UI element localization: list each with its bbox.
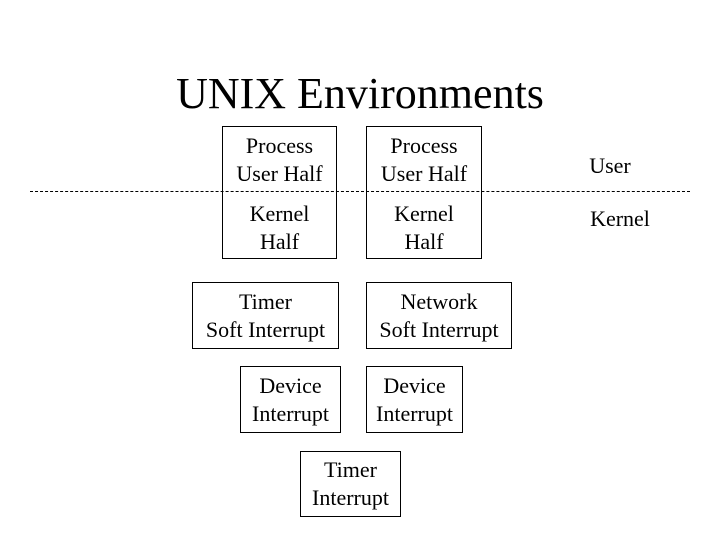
kernel-space-label: Kernel — [590, 206, 650, 231]
label-line: Network — [400, 288, 478, 314]
label-line: Kernel — [249, 201, 310, 226]
process-box-1: Process User Half Kernel Half — [222, 126, 337, 259]
label-line: Timer — [239, 288, 292, 314]
label-line: Process — [390, 133, 458, 158]
label-line: User Half — [236, 161, 323, 186]
diagram-title: UNIX Environments — [0, 66, 720, 122]
label-line: Interrupt — [312, 485, 389, 510]
device-interrupt-2-label: Device Interrupt — [367, 367, 462, 432]
device-interrupt-1-label: Device Interrupt — [241, 367, 340, 432]
timer-interrupt-label: Timer Interrupt — [301, 452, 400, 516]
label-line: Device — [259, 372, 322, 398]
process-box-2: Process User Half Kernel Half — [366, 126, 482, 259]
label-line: Interrupt — [376, 400, 453, 426]
network-soft-interrupt-label: Network Soft Interrupt — [367, 283, 511, 348]
device-interrupt-box-1: Device Interrupt — [240, 366, 341, 433]
title-text: UNIX Environments — [176, 69, 544, 118]
timer-interrupt-box: Timer Interrupt — [300, 451, 401, 517]
label-line: Soft Interrupt — [379, 316, 499, 342]
label-line: Timer — [324, 457, 377, 482]
label-line: Half — [404, 229, 444, 254]
label-line: User Half — [380, 161, 468, 186]
user-kernel-boundary-line — [30, 191, 690, 192]
process-2-user-half: Process User Half — [367, 131, 481, 189]
label-line: Process — [245, 133, 314, 158]
user-space-label: User — [589, 153, 631, 178]
network-soft-interrupt-box: Network Soft Interrupt — [366, 282, 512, 349]
process-2-kernel-half: Kernel Half — [367, 199, 481, 257]
process-1-kernel-half: Kernel Half — [223, 199, 336, 257]
label-line: Interrupt — [252, 400, 329, 426]
timer-soft-interrupt-box: Timer Soft Interrupt — [192, 282, 339, 349]
label-line: Half — [259, 229, 300, 254]
label-line: Kernel — [394, 201, 454, 226]
label-line: Device — [383, 372, 446, 398]
device-interrupt-box-2: Device Interrupt — [366, 366, 463, 433]
timer-soft-interrupt-label: Timer Soft Interrupt — [193, 283, 338, 348]
label-line: Soft Interrupt — [205, 316, 326, 342]
process-1-user-half: Process User Half — [223, 131, 336, 189]
